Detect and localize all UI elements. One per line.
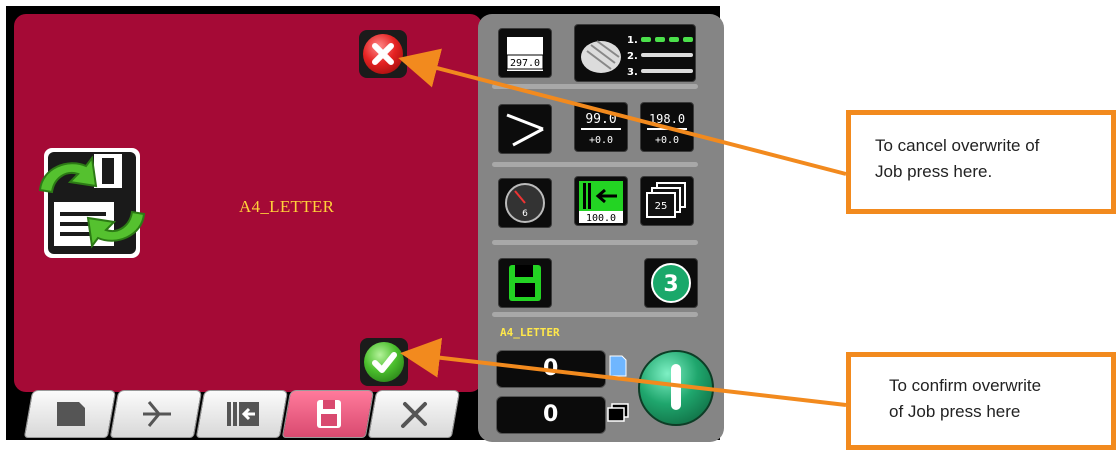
cancel-callout: To cancel overwrite of Job press here. bbox=[846, 110, 1116, 214]
cancel-callout-line1: To cancel overwrite of bbox=[875, 136, 1040, 155]
confirm-callout-line1: To confirm overwrite bbox=[889, 376, 1042, 395]
confirm-callout-line2: of Job press here bbox=[889, 402, 1021, 421]
confirm-callout: To confirm overwrite of Job press here bbox=[846, 352, 1116, 450]
cancel-callout-line2: Job press here. bbox=[875, 162, 993, 181]
